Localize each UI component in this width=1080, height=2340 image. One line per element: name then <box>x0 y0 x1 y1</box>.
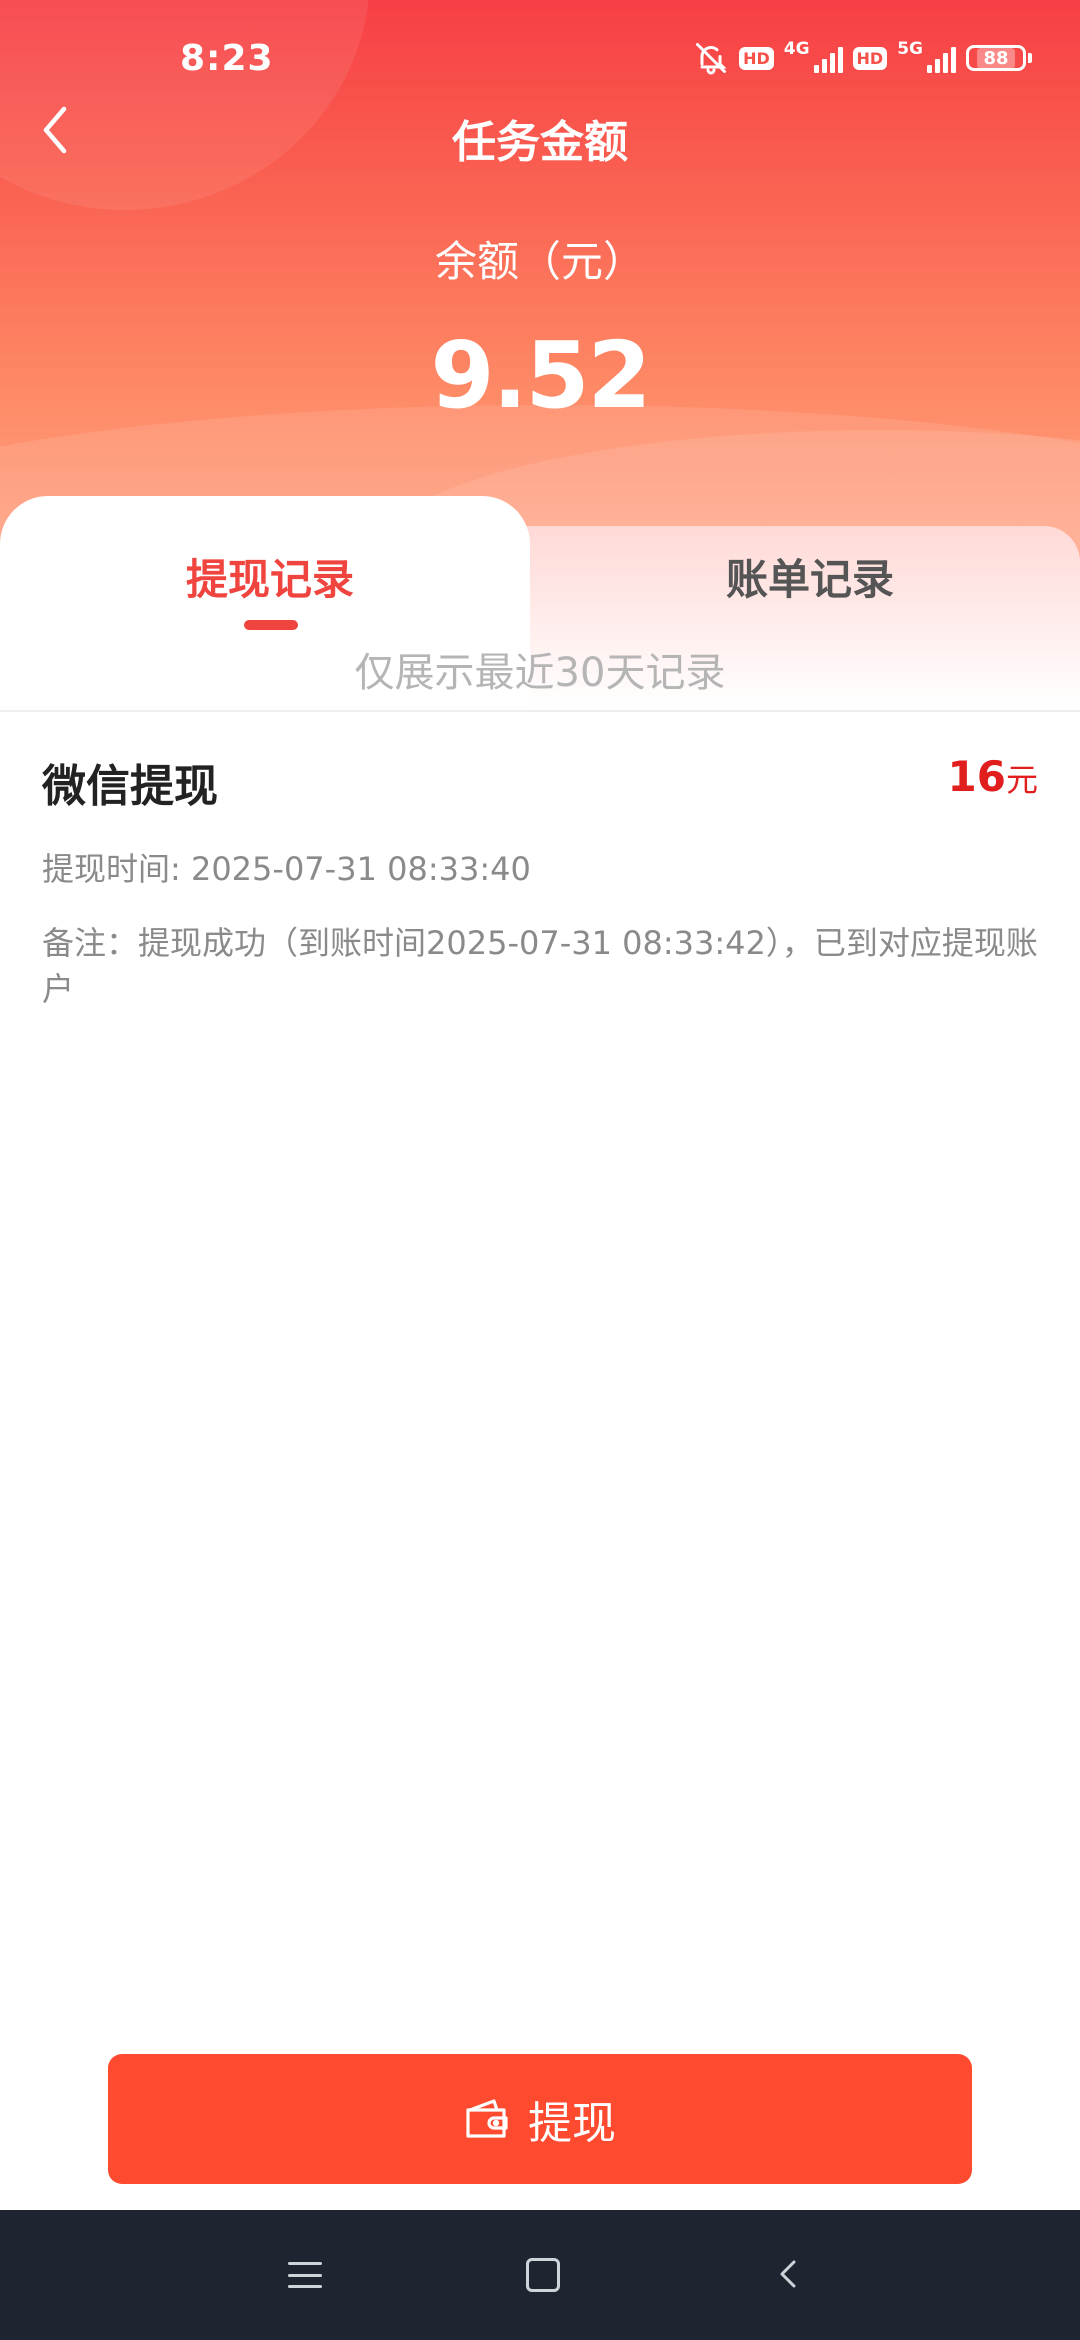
balance-label: 余额（元） <box>434 237 645 286</box>
battery-level: 88 <box>977 47 1015 69</box>
menu-icon[interactable] <box>288 2258 322 2292</box>
hd-badge: HD <box>852 46 888 70</box>
page-title: 任务金额 <box>452 117 628 168</box>
withdraw-button-label: 提现 <box>528 2098 616 2149</box>
amount-value: 16 <box>947 752 1006 801</box>
system-navigation-bar <box>0 2210 1080 2340</box>
withdraw-button[interactable]: 提现 <box>108 2054 972 2184</box>
status-icons: HD 4G HD 5G 88 <box>693 39 1032 76</box>
tab-withdraw-records[interactable]: 提现记录 <box>0 496 540 656</box>
divider <box>0 710 1080 712</box>
record-title: 微信提现 <box>42 761 218 812</box>
record-note: 备注：提现成功（到账时间2025-07-31 08:33:42），已到对应提现账… <box>42 924 1038 1008</box>
network-label: 5G <box>897 39 923 59</box>
back-icon[interactable] <box>770 2254 810 2294</box>
network-label: 4G <box>783 39 810 59</box>
amount-unit: 元 <box>1005 761 1038 799</box>
tab-bill-records[interactable]: 账单记录 <box>540 496 1080 656</box>
battery-icon: 88 <box>966 45 1032 71</box>
signal-icon <box>927 43 956 73</box>
signal-icon <box>813 43 843 73</box>
hd-badge: HD <box>739 46 774 70</box>
notice-text: 仅展示最近30天记录 <box>354 650 726 696</box>
balance-value: 9.52 <box>430 322 652 429</box>
wallet-icon <box>466 2099 508 2138</box>
record-amount: 16元 <box>948 752 1038 801</box>
home-icon[interactable] <box>526 2258 560 2292</box>
bell-muted-icon <box>696 43 727 75</box>
record-time: 提现时间: 2025-07-31 08:33:40 <box>42 850 531 888</box>
status-time: 8:23 <box>180 38 274 79</box>
tab-active-indicator <box>244 620 298 630</box>
